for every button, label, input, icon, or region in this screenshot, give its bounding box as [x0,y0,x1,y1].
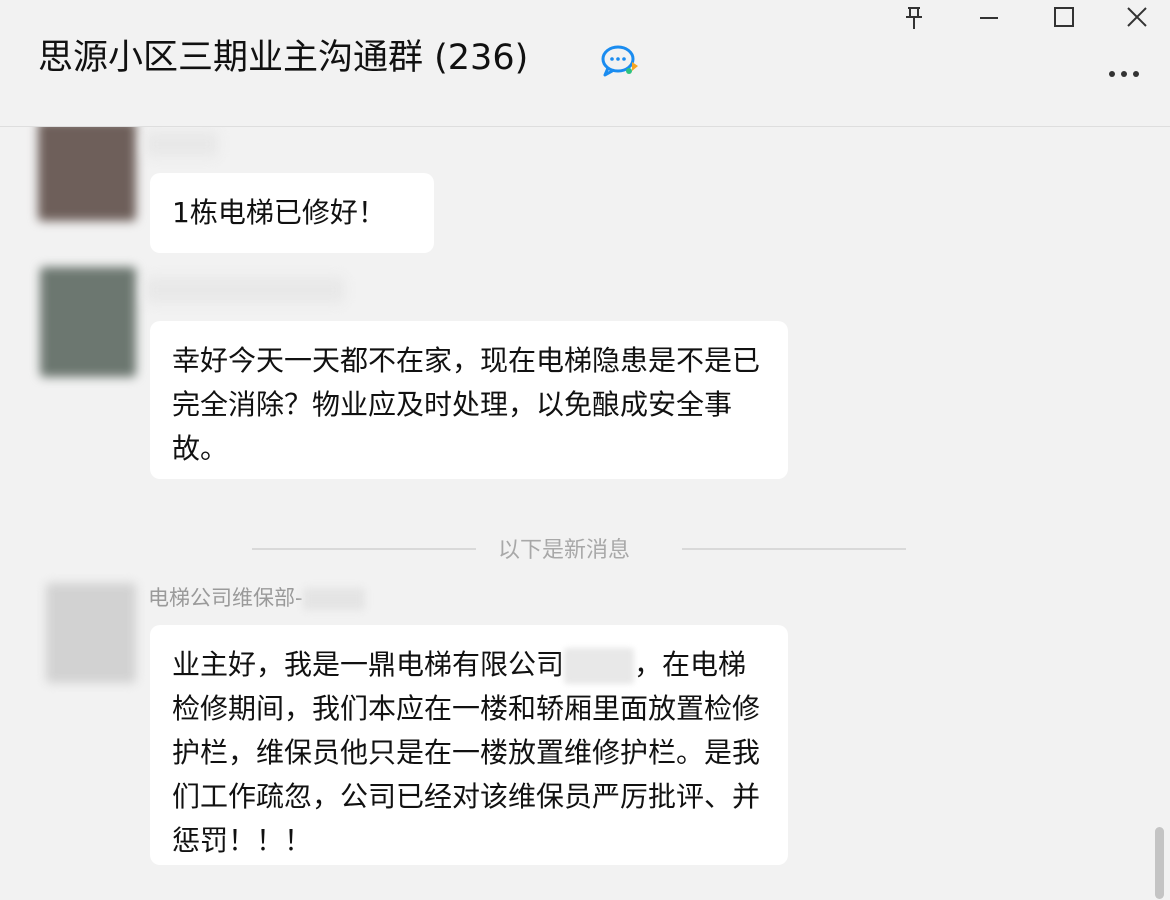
message-bubble[interactable]: 幸好今天一天都不在家，现在电梯隐患是不是已完全消除？物业应及时处理，以免酿成安全… [150,321,788,479]
more-options-button[interactable] [1104,62,1144,86]
maximize-button[interactable] [1047,4,1081,32]
redacted-name [564,648,635,684]
scrollbar-thumb[interactable] [1155,827,1164,899]
message-list[interactable]: 1栋电梯已修好！ 幸好今天一天都不在家，现在电梯隐患是不是已完全消除？物业应及时… [0,127,1150,900]
close-icon [1127,7,1147,27]
close-button[interactable] [1120,4,1154,32]
avatar[interactable] [40,267,136,377]
title-bar: 思源小区三期业主沟通群 (236) [0,0,1170,127]
maximize-icon [1054,7,1074,27]
group-chat-icon [601,45,638,77]
pin-button[interactable] [897,4,931,32]
message-bubble[interactable]: 业主好，我是一鼎电梯有限公司 ，在电梯检修期间，我们本应在一楼和轿厢里面放置检修护… [150,625,788,865]
sender-name-redacted [146,277,344,303]
avatar[interactable] [38,127,136,221]
message-text: 业主好，我是一鼎电梯有限公司 [172,648,565,681]
pin-icon [906,7,922,29]
message-text: 幸好今天一天都不在家，现在电梯隐患是不是已完全消除？物业应及时处理，以免酿成安全… [172,344,761,465]
sender-name: 电梯公司维保部- [148,582,365,612]
scrollbar[interactable] [1150,127,1170,900]
chat-title: 思源小区三期业主沟通群 (236) [38,38,529,78]
avatar[interactable] [46,583,136,683]
message-bubble[interactable]: 1栋电梯已修好！ [150,173,434,253]
minimize-icon [980,17,998,19]
new-messages-label: 以下是新消息 [498,538,631,563]
message-text: 1栋电梯已修好！ [172,196,386,229]
new-messages-divider: 以下是新消息 [0,532,1150,563]
sender-name-redacted [146,131,218,157]
sender-name-redacted [302,588,365,610]
more-icon [1109,71,1139,77]
minimize-button[interactable] [972,4,1006,32]
